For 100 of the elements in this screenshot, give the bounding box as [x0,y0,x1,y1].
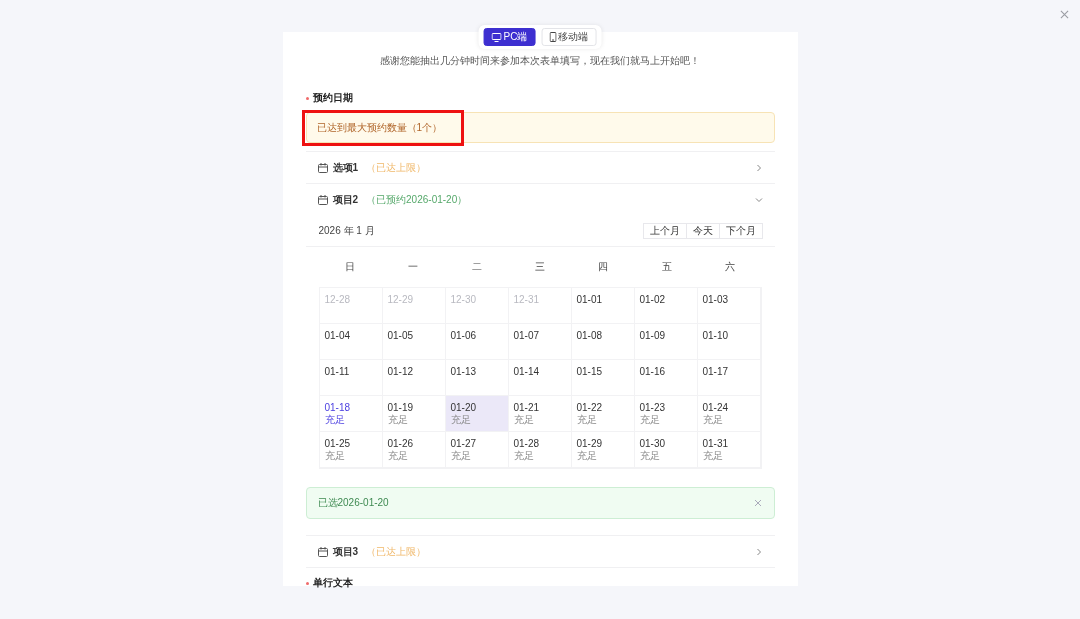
day-date: 01-18 [324,401,351,414]
item-status: （已达上限） [366,160,427,175]
field-label: 单行文本 [312,576,353,590]
day-cell[interactable]: 01-16 [634,360,698,396]
day-date: 01-08 [576,329,603,342]
day-date: 01-07 [513,329,540,342]
day-cell[interactable]: 01-30 充足 [634,432,698,468]
day-date: 01-01 [576,293,603,306]
day-date: 01-29 [576,437,603,450]
calendar-icon [317,194,328,205]
availability-text: 充足 [576,414,597,426]
warning-text: 已达到最大预约数量（1个） [304,112,462,143]
day-cell[interactable]: 01-18 充足 [319,396,383,432]
item-header[interactable]: 选项1 （已达上限） [305,151,775,183]
day-date: 01-22 [576,401,603,414]
day-date: 01-03 [702,293,729,306]
day-cell[interactable]: 01-17 [697,360,761,396]
day-cell[interactable]: 01-29 充足 [571,432,635,468]
field-label: 预约日期 [312,91,353,105]
weekday-label: 二 [470,260,483,274]
day-cell[interactable]: 01-12 [382,360,446,396]
day-cell[interactable]: 01-11 [319,360,383,396]
chevron-down-icon [754,195,763,204]
success-text: 已选2026-01-20 [317,496,389,510]
availability-text: 充足 [702,414,723,426]
view-tab[interactable]: 移动端 [541,28,597,46]
weekday-label: 日 [344,260,357,274]
day-cell[interactable]: 01-25 充足 [319,432,383,468]
availability-text: 充足 [513,450,534,462]
month-nav-button[interactable]: 上个月 [642,223,687,239]
item-header[interactable]: 项目2 （已预约2026-01-20） [305,183,775,215]
day-date: 01-12 [387,365,414,378]
close-icon[interactable] [753,499,762,507]
day-cell[interactable]: 01-01 [571,288,635,324]
day-cell[interactable]: 01-03 [697,288,761,324]
day-cell[interactable]: 01-31 充足 [697,432,761,468]
day-cell[interactable]: 01-15 [571,360,635,396]
day-cell[interactable]: 01-23 充足 [634,396,698,432]
day-cell[interactable]: 01-28 充足 [508,432,572,468]
phone-icon [549,32,557,42]
chevron-right-icon [754,163,763,172]
day-date: 01-31 [702,437,729,450]
weekday-label: 一 [407,260,420,274]
weekday-label: 六 [723,260,736,274]
availability-text: 充足 [324,450,345,462]
day-date: 01-26 [387,437,414,450]
day-cell[interactable]: 01-07 [508,324,572,360]
day-date: 01-06 [450,329,477,342]
weekday-label: 五 [660,260,673,274]
day-cell[interactable]: 01-24 充足 [697,396,761,432]
close-icon[interactable] [1060,10,1069,19]
day-cell[interactable]: 01-09 [634,324,698,360]
day-cell[interactable]: 01-10 [697,324,761,360]
month-title: 2026 年 1 月 [318,224,375,238]
day-date: 01-24 [702,401,729,414]
day-cell[interactable]: 01-21 充足 [508,396,572,432]
day-date: 01-02 [639,293,666,306]
item-status: （已预约2026-01-20） [366,192,468,207]
day-cell[interactable]: 01-08 [571,324,635,360]
day-cell[interactable]: 01-20 充足 [445,396,509,432]
day-cell[interactable]: 01-02 [634,288,698,324]
item-status: （已达上限） [366,544,427,559]
item-header[interactable]: 项目3 （已达上限） [305,535,775,568]
day-date: 01-05 [387,329,414,342]
availability-text: 充足 [702,450,723,462]
availability-text: 充足 [387,450,408,462]
day-cell[interactable]: 01-19 充足 [382,396,446,432]
day-date: 01-13 [450,365,477,378]
day-date: 01-30 [639,437,666,450]
day-date: 01-15 [576,365,603,378]
availability-text: 充足 [513,414,534,426]
day-date: 01-16 [639,365,666,378]
availability-text: 充足 [576,450,597,462]
day-date: 01-25 [324,437,351,450]
calendar-icon [317,162,328,173]
month-nav-button[interactable]: 下个月 [718,223,763,239]
weekday-label: 三 [534,260,546,274]
day-cell[interactable]: 01-04 [319,324,383,360]
availability-text: 充足 [450,450,471,462]
view-tab[interactable]: PC端 [483,28,536,46]
day-date: 01-04 [324,329,351,342]
day-date: 01-27 [450,437,477,450]
weekday-label: 四 [597,260,610,274]
item-title: 选项1 [332,160,359,175]
day-cell[interactable]: 01-05 [382,324,446,360]
day-cell[interactable]: 01-06 [445,324,509,360]
day-cell[interactable]: 01-27 充足 [445,432,509,468]
day-cell[interactable]: 01-22 充足 [571,396,635,432]
month-nav-button[interactable]: 今天 [685,223,720,239]
day-date: 01-11 [324,365,350,378]
day-cell[interactable]: 01-14 [508,360,572,396]
day-cell[interactable]: 01-26 充足 [382,432,446,468]
calendar-icon [317,546,328,557]
day-date: 01-20 [450,401,477,414]
day-date: 01-10 [702,329,729,342]
day-date: 01-17 [702,365,729,378]
day-date: 12-30 [450,293,477,306]
day-date: 12-29 [387,293,414,306]
day-date: 01-14 [513,365,540,378]
monitor-icon [491,32,502,42]
